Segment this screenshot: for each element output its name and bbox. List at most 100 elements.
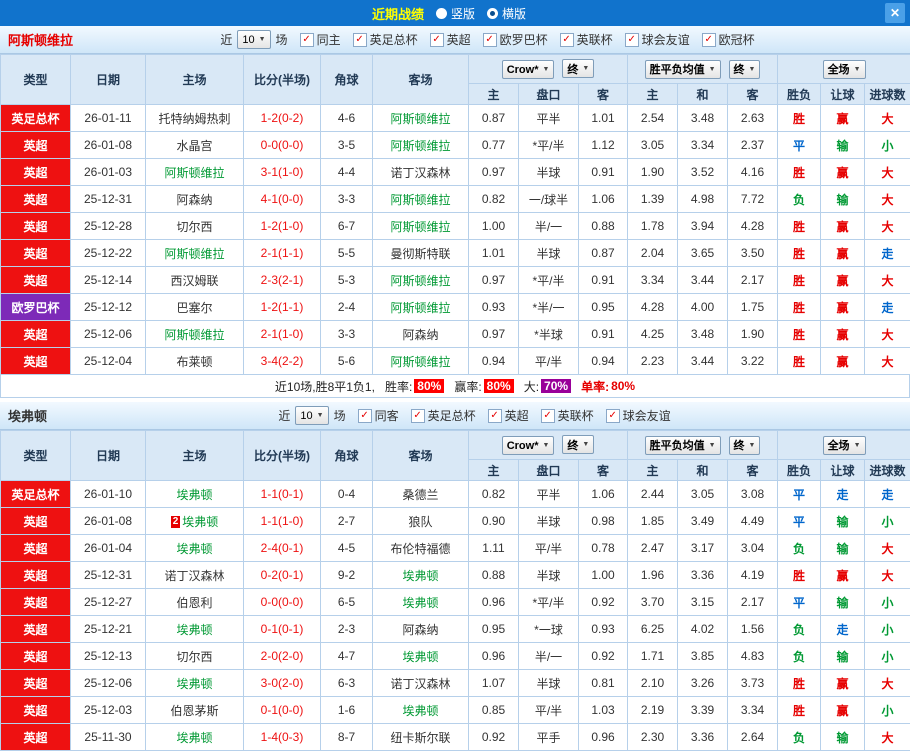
avg-time-select[interactable]: 终 ▼ [728, 59, 761, 79]
result-group-header: 全场 ▼ [777, 430, 910, 460]
result-handicap: 赢 [820, 158, 866, 186]
away-team: 阿斯顿维拉 [372, 212, 469, 240]
result-handicap: 赢 [820, 104, 866, 132]
home-team: 伯恩茅斯 [145, 696, 244, 724]
checkbox-icon: ✓ [487, 408, 502, 423]
team-label: 切尔西 [176, 219, 213, 234]
avg-away: 2.17 [727, 588, 779, 616]
league-filter-checkbox[interactable]: ✓ 英足总杯 [410, 407, 476, 424]
away-team: 阿斯顿维拉 [372, 104, 469, 132]
odds-home: 0.82 [468, 185, 519, 213]
home-team: 伯恩利 [145, 588, 244, 616]
league-filter-checkbox[interactable]: ✓ 英联杯 [559, 31, 613, 48]
checkbox-icon: ✓ [624, 32, 639, 47]
avg-home: 1.78 [627, 212, 679, 240]
corner-score: 6-3 [320, 669, 373, 697]
odds-away: 1.06 [577, 185, 629, 213]
team-label: 埃弗顿 [402, 568, 439, 583]
match-row: 英足总杯 26-01-11 托特纳姆热刺 1-2(0-2) 4-6 阿斯顿维拉 0.87 平半… [0, 104, 910, 132]
result-group-header: 全场 ▼ [777, 54, 910, 84]
bookmaker-select[interactable]: Crow* ▼ [501, 436, 555, 455]
league-filter-checkbox[interactable]: ✓ 英超 [429, 31, 471, 48]
odds-time-select[interactable]: 终 ▼ [562, 435, 595, 454]
column-subheader: 客 [727, 459, 779, 481]
team-label: 阿斯顿维拉 [390, 138, 451, 153]
team-label: 桑德兰 [402, 487, 439, 502]
match-row: 英超 26-01-03 阿斯顿维拉 3-1(1-0) 4-4 诺丁汉森林 0.97 半球 0.9… [0, 158, 910, 186]
odds-time-select[interactable]: 终 ▼ [562, 59, 595, 78]
result-goals: 小 [864, 642, 910, 670]
column-subheader: 主 [468, 459, 519, 481]
page-title: 近期战绩 [371, 6, 424, 22]
vertical-layout-radio[interactable]: 竖版 [435, 5, 475, 22]
sections-container: 阿斯顿维拉近 10 ▼ 场 ✓ 同主 ✓ 英足总杯 ✓ 英超 ✓ 欧罗巴杯 ✓ 英联杯 ✓ 球会友谊 ✓ 欧冠杯类… [0, 26, 910, 751]
avg-time-select[interactable]: 终 ▼ [728, 435, 761, 455]
avg-home: 2.47 [627, 534, 679, 562]
avg-home: 2.04 [627, 239, 679, 267]
away-team: 纽卡斯尔联 [372, 723, 469, 751]
competition-badge: 英足总杯 [0, 104, 71, 132]
team-label: 阿斯顿维拉 [390, 219, 451, 234]
league-filter-checkbox[interactable]: ✓ 英超 [487, 407, 529, 424]
fulltime-scope-select[interactable]: 全场 ▼ [822, 435, 866, 455]
match-count-select[interactable]: 10 ▼ [295, 406, 329, 425]
match-score: 3-4(2-2) [243, 347, 321, 375]
avg-type-select[interactable]: 胜平负均值 ▼ [644, 59, 721, 79]
avg-home: 3.70 [627, 588, 679, 616]
corner-score: 4-7 [320, 642, 373, 670]
games-label: 场 [333, 409, 346, 423]
result-handicap: 输 [820, 185, 866, 213]
competition-badge: 英超 [0, 185, 71, 213]
fulltime-scope-select[interactable]: 全场 ▼ [822, 59, 866, 79]
avg-type-select[interactable]: 胜平负均值 ▼ [644, 435, 721, 455]
team-section: 埃弗顿近 10 ▼ 场 ✓ 同客 ✓ 英足总杯 ✓ 英超 ✓ 英联杯 ✓ 球会友谊 类型 日期 主场 比分(半场)… [0, 402, 910, 751]
filter-label: 英超 [504, 409, 529, 423]
result-outcome: 胜 [777, 669, 822, 697]
match-count-select[interactable]: 10 ▼ [237, 30, 271, 49]
match-date: 25-12-04 [70, 347, 146, 375]
league-filter-checkbox[interactable]: ✓ 欧冠杯 [701, 31, 755, 48]
league-filter-checkbox[interactable]: ✓ 英联杯 [540, 407, 594, 424]
league-filter-checkbox[interactable]: ✓ 同客 [357, 407, 399, 424]
avg-home: 2.23 [627, 347, 679, 375]
match-score: 1-2(0-2) [243, 104, 321, 132]
league-filter-checkbox[interactable]: ✓ 欧罗巴杯 [482, 31, 548, 48]
match-date: 25-12-31 [70, 561, 146, 589]
chevron-down-icon: ▼ [748, 441, 756, 449]
result-goals: 大 [864, 212, 910, 240]
league-filter-checkbox[interactable]: ✓ 球会友谊 [624, 31, 690, 48]
filter-label: 欧冠杯 [718, 33, 755, 47]
team-label: 诺丁汉森林 [164, 568, 225, 583]
chevron-down-icon: ▼ [582, 441, 590, 448]
odds-away: 1.06 [577, 480, 629, 508]
avg-time-select-value: 终 [733, 440, 745, 452]
avg-away: 7.72 [727, 185, 779, 213]
home-team: 切尔西 [145, 212, 244, 240]
odds-home: 0.92 [468, 723, 519, 751]
result-goals: 大 [864, 320, 910, 348]
match-date: 25-12-31 [70, 185, 146, 213]
chevron-down-icon: ▼ [316, 412, 324, 419]
matches-table: 类型 日期 主场 比分(半场) 角球 客场 Crow* ▼ 终 ▼ 胜平负均值 ▼ 终 ▼ 全场 ▼ 主盘口客主… [0, 54, 910, 375]
away-team: 阿斯顿维拉 [372, 293, 469, 321]
result-outcome: 胜 [777, 212, 822, 240]
result-handicap: 赢 [820, 320, 866, 348]
home-team: 巴塞尔 [145, 293, 244, 321]
league-filter-checkbox[interactable]: ✓ 英足总杯 [352, 31, 418, 48]
league-filter-checkbox[interactable]: ✓ 同主 [299, 31, 341, 48]
avg-draw: 3.36 [677, 561, 729, 589]
league-filter-checkbox[interactable]: ✓ 球会友谊 [605, 407, 671, 424]
match-score: 0-0(0-0) [243, 131, 321, 159]
avg-away: 4.83 [727, 642, 779, 670]
odds-handicap: 半球 [518, 158, 579, 186]
close-button[interactable]: ✕ [885, 3, 905, 23]
chevron-down-icon: ▼ [258, 36, 266, 43]
result-goals: 走 [864, 480, 910, 508]
match-date: 26-01-08 [70, 507, 146, 535]
horizontal-layout-radio[interactable]: 横版 [487, 5, 526, 22]
match-date: 26-01-10 [70, 480, 146, 508]
column-subheader: 客 [577, 459, 629, 481]
bookmaker-select[interactable]: Crow* ▼ [501, 60, 555, 79]
match-row: 英超 25-12-22 阿斯顿维拉 2-1(1-1) 5-5 曼彻斯特联 1.01 半球 0.8… [0, 239, 910, 267]
avg-away: 3.04 [727, 534, 779, 562]
